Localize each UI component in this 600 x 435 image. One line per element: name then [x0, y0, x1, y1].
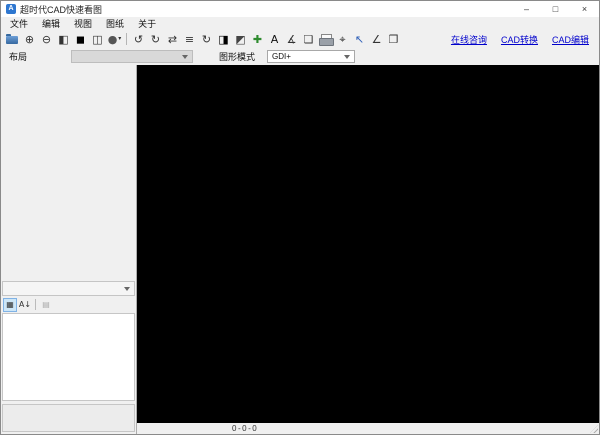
link-cad-edit[interactable]: CAD编辑	[552, 33, 589, 46]
layer-manager-icon[interactable]: ≡	[181, 31, 198, 47]
graphics-mode-select[interactable]: GDI+	[267, 50, 356, 63]
main-area: ▦ A↓ ▤ 0-0-0	[1, 65, 599, 434]
alphabetical-button[interactable]: A↓	[18, 298, 32, 312]
layout-select[interactable]	[71, 50, 194, 63]
menu-bar: 文件 编辑 视图 图纸 关于	[1, 17, 599, 30]
zoom-window-icon-glyph: ◧	[58, 32, 69, 46]
toolbar: ⊕ ⊖ ◧ ◼ ◫ ● ▾ ↺ ↻ ⇄ ≡ ↻ ◨ ◩ ✚ A ∡ ❏ ⌖ ↖ ∠ ❐ 在线咨询 CAD转换 CAD编辑	[1, 30, 599, 48]
dimension-icon[interactable]: ∡	[283, 31, 300, 47]
refresh-icon-glyph: ↻	[201, 32, 212, 46]
minimize-button[interactable]: –	[512, 1, 541, 17]
zoom-in-icon[interactable]: ⊕	[21, 31, 38, 47]
rotate-left-icon[interactable]: ↺	[130, 31, 147, 47]
mirror-icon-glyph: ⇄	[167, 32, 178, 46]
drawing-list-icon-glyph: ❏	[303, 32, 314, 46]
app-window: A 超时代CAD快速看图 – □ × 文件 编辑 视图 图纸 关于 ⊕ ⊖ ◧ ◼ ◫ ● ▾ ↺ ↻ ⇄…	[0, 0, 600, 435]
grayscale-icon[interactable]: ◩	[232, 31, 249, 47]
text-find-icon[interactable]: A	[266, 31, 283, 47]
toolbar-links: 在线咨询 CAD转换 CAD编辑	[451, 33, 599, 46]
menu-edit[interactable]: 编辑	[35, 17, 67, 30]
select-icon[interactable]: ↖	[351, 31, 368, 47]
invert-colors-icon[interactable]: ◨	[215, 31, 232, 47]
refresh-icon[interactable]: ↻	[198, 31, 215, 47]
grayscale-icon-glyph: ◩	[235, 32, 246, 46]
print-preview-icon[interactable]: ⌖	[334, 31, 351, 47]
dimension-icon-glyph: ∡	[286, 32, 297, 46]
zoom-extents-icon[interactable]: ✚	[249, 31, 266, 47]
color-mode-icon-glyph: ●	[107, 32, 118, 46]
property-grid-toolbar: ▦ A↓ ▤	[1, 296, 136, 313]
propgrid-separator	[35, 299, 36, 310]
background-toggle-icon[interactable]: ◼	[72, 31, 89, 47]
menu-view[interactable]: 视图	[67, 17, 99, 30]
zoom-out-icon[interactable]: ⊖	[38, 31, 55, 47]
print-icon[interactable]	[317, 31, 334, 47]
menu-about[interactable]: 关于	[131, 17, 163, 30]
rotate-right-icon[interactable]: ↻	[147, 31, 164, 47]
link-cad-convert[interactable]: CAD转换	[501, 33, 538, 46]
chevron-down-icon	[124, 286, 130, 291]
chevron-down-icon	[344, 54, 351, 59]
close-button[interactable]: ×	[570, 1, 599, 17]
property-pages-button[interactable]: ▤	[39, 298, 53, 312]
open-file-icon[interactable]	[4, 31, 21, 47]
resize-grip[interactable]	[590, 425, 598, 433]
measure-icon-glyph: ∠	[371, 32, 382, 46]
pan-icon[interactable]: ◫	[89, 31, 106, 47]
zoom-extents-icon-glyph: ✚	[252, 32, 263, 46]
property-grid-list[interactable]	[2, 313, 135, 401]
select-icon-glyph: ↖	[354, 32, 365, 46]
print-preview-icon-glyph: ⌖	[339, 32, 346, 46]
layout-tree-panel	[1, 65, 136, 281]
color-mode-icon[interactable]: ● ▾	[106, 31, 123, 47]
copy-icon[interactable]: ❐	[385, 31, 402, 47]
rotate-right-icon-glyph: ↻	[150, 32, 161, 46]
zoom-window-icon[interactable]: ◧	[55, 31, 72, 47]
invert-colors-icon-glyph: ◨	[218, 32, 229, 46]
sidebar: ▦ A↓ ▤	[1, 65, 137, 434]
maximize-button[interactable]: □	[541, 1, 570, 17]
coordinates-readout: 0-0-0	[232, 424, 259, 433]
graphics-mode-label: 图形模式	[219, 52, 256, 62]
copy-icon-glyph: ❐	[388, 32, 399, 46]
title-bar: A 超时代CAD快速看图 – □ ×	[1, 1, 599, 17]
window-controls: – □ ×	[512, 1, 599, 17]
options-bar: 布局 图形模式 GDI+	[1, 48, 599, 65]
drawing-canvas[interactable]	[137, 65, 599, 423]
dropdown-arrow-icon: ▾	[118, 36, 122, 42]
property-object-select[interactable]	[2, 281, 135, 296]
status-bar: 0-0-0	[137, 423, 599, 434]
toolbar-separator	[126, 33, 127, 45]
property-description-panel	[2, 404, 135, 432]
canvas-column: 0-0-0	[137, 65, 599, 434]
app-logo-icon: A	[6, 4, 16, 14]
chevron-down-icon	[182, 54, 189, 59]
link-online-support[interactable]: 在线咨询	[451, 33, 487, 46]
pan-icon-glyph: ◫	[92, 32, 103, 46]
background-toggle-icon-glyph: ◼	[75, 32, 86, 46]
mirror-icon[interactable]: ⇄	[164, 31, 181, 47]
zoom-in-icon-glyph: ⊕	[24, 32, 35, 46]
rotate-left-icon-glyph: ↺	[133, 32, 144, 46]
window-title: 超时代CAD快速看图	[20, 4, 103, 15]
graphics-mode-value: GDI+	[272, 52, 291, 61]
layer-manager-icon-glyph: ≡	[184, 32, 195, 46]
text-find-icon-glyph: A	[270, 32, 279, 46]
menu-sheet[interactable]: 图纸	[99, 17, 131, 30]
menu-file[interactable]: 文件	[3, 17, 35, 30]
measure-icon[interactable]: ∠	[368, 31, 385, 47]
zoom-out-icon-glyph: ⊖	[41, 32, 52, 46]
layout-label: 布局	[9, 52, 28, 62]
categorized-button[interactable]: ▦	[3, 297, 17, 312]
drawing-list-icon[interactable]: ❏	[300, 31, 317, 47]
